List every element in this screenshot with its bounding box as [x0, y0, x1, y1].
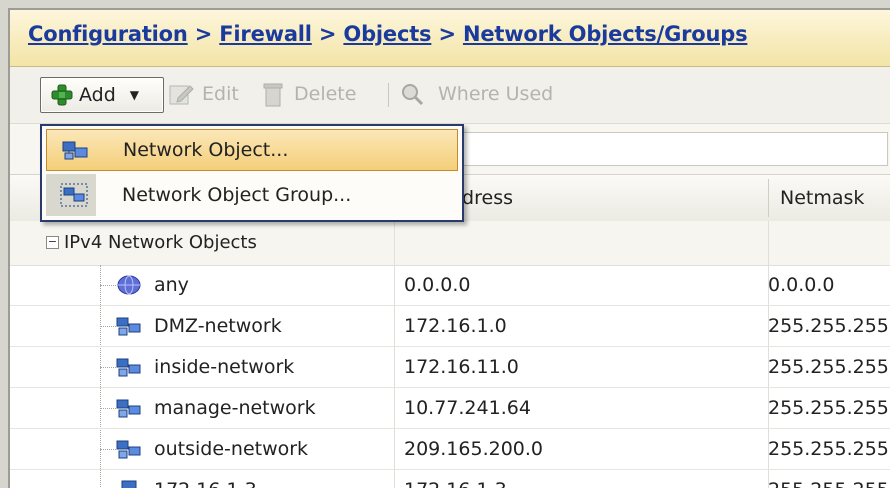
table-row[interactable]: manage-network 10.77.241.64 255.255.255.19…: [10, 388, 890, 429]
row-name: any: [154, 274, 189, 296]
add-button[interactable]: Add ▼: [40, 77, 164, 113]
where-used-button[interactable]: Where Used: [400, 77, 553, 111]
row-netmask: 255.255.255.0: [768, 438, 890, 460]
row-name: inside-network: [154, 356, 295, 378]
breadcrumb-network-objects-groups[interactable]: Network Objects/Groups: [463, 22, 748, 46]
row-name: outside-network: [154, 438, 309, 460]
network-object-icon: [62, 141, 88, 160]
delete-button-label: Delete: [294, 83, 357, 105]
tree-connector: [100, 285, 116, 286]
delete-button[interactable]: Delete: [262, 77, 356, 111]
table-row[interactable]: any 0.0.0.0 0.0.0.0: [10, 265, 890, 306]
tree-group-ipv4[interactable]: − IPv4 Network Objects: [10, 221, 890, 266]
chevron-down-icon[interactable]: ▼: [130, 88, 139, 102]
tree-connector: [100, 367, 116, 368]
magnifier-icon: [402, 84, 424, 106]
add-button-label: Add: [79, 84, 116, 106]
menu-item-label: Network Object...: [123, 139, 289, 161]
breadcrumb-separator: >: [311, 22, 344, 46]
network-icon: [116, 438, 142, 460]
breadcrumb-objects[interactable]: Objects: [343, 22, 431, 46]
menu-item-label: Network Object Group...: [122, 184, 352, 206]
row-name: manage-network: [154, 397, 316, 419]
network-icon: [116, 356, 142, 378]
plus-icon: [51, 84, 73, 106]
host-icon: [116, 479, 142, 488]
breadcrumb: Configuration > Firewall > Objects > Net…: [10, 10, 890, 67]
menu-item-network-object[interactable]: Network Object...: [46, 129, 458, 171]
breadcrumb-separator: >: [431, 22, 463, 46]
row-name: 172.16.1.3: [154, 470, 257, 488]
row-netmask: 255.255.255.255: [768, 470, 890, 488]
row-netmask: 255.255.255.192: [768, 397, 890, 419]
tree-group-label: IPv4 Network Objects: [64, 232, 257, 253]
row-netmask: 0.0.0.0: [768, 274, 835, 296]
edit-icon: [169, 85, 194, 105]
breadcrumb-firewall[interactable]: Firewall: [219, 22, 312, 46]
collapse-icon[interactable]: −: [46, 236, 59, 249]
where-used-button-label: Where Used: [438, 83, 554, 105]
network-icon: [116, 315, 142, 337]
row-address: 172.16.1.3: [404, 470, 507, 488]
menu-item-network-object-group[interactable]: Network Object Group...: [46, 174, 458, 216]
breadcrumb-trail: Configuration > Firewall > Objects > Net…: [28, 22, 748, 46]
trash-icon: [263, 83, 283, 107]
row-netmask: 255.255.255.0: [768, 356, 890, 378]
row-address: 209.165.200.0: [404, 438, 544, 460]
tree-connector: [100, 326, 116, 327]
row-address: 0.0.0.0: [404, 274, 471, 296]
toolbar: Add ▼ Edit Delete Where Used: [10, 67, 890, 124]
tree-connector: [100, 449, 116, 450]
table-row[interactable]: 172.16.1.3 172.16.1.3 255.255.255.255: [10, 470, 890, 488]
column-divider: [768, 179, 769, 217]
table-row[interactable]: inside-network 172.16.11.0 255.255.255.0: [10, 347, 890, 388]
network-icon: [116, 397, 142, 419]
row-address: 10.77.241.64: [404, 397, 531, 419]
network-object-group-icon: [60, 183, 88, 207]
row-netmask: 255.255.255.0: [768, 315, 890, 337]
column-header-netmask[interactable]: Netmask: [780, 175, 864, 221]
add-dropdown-menu: Network Object... Network Object Group..…: [40, 124, 464, 222]
edit-button[interactable]: Edit: [168, 77, 239, 111]
row-name: DMZ-network: [154, 315, 282, 337]
network-objects-tree: − IPv4 Network Objects any 0.0.0.0 0.0.0.0…: [10, 221, 890, 488]
row-address: 172.16.11.0: [404, 356, 519, 378]
asdm-panel: Configuration > Firewall > Objects > Net…: [8, 8, 890, 488]
table-row[interactable]: DMZ-network 172.16.1.0 255.255.255.0: [10, 306, 890, 347]
globe-icon: [116, 274, 142, 296]
breadcrumb-separator: >: [187, 22, 220, 46]
row-address: 172.16.1.0: [404, 315, 507, 337]
edit-button-label: Edit: [202, 83, 239, 105]
table-row[interactable]: outside-network 209.165.200.0 255.255.255.…: [10, 429, 890, 470]
filter-input[interactable]: [450, 132, 888, 166]
breadcrumb-configuration[interactable]: Configuration: [28, 22, 188, 46]
toolbar-divider: [388, 83, 389, 107]
tree-connector: [100, 408, 116, 409]
